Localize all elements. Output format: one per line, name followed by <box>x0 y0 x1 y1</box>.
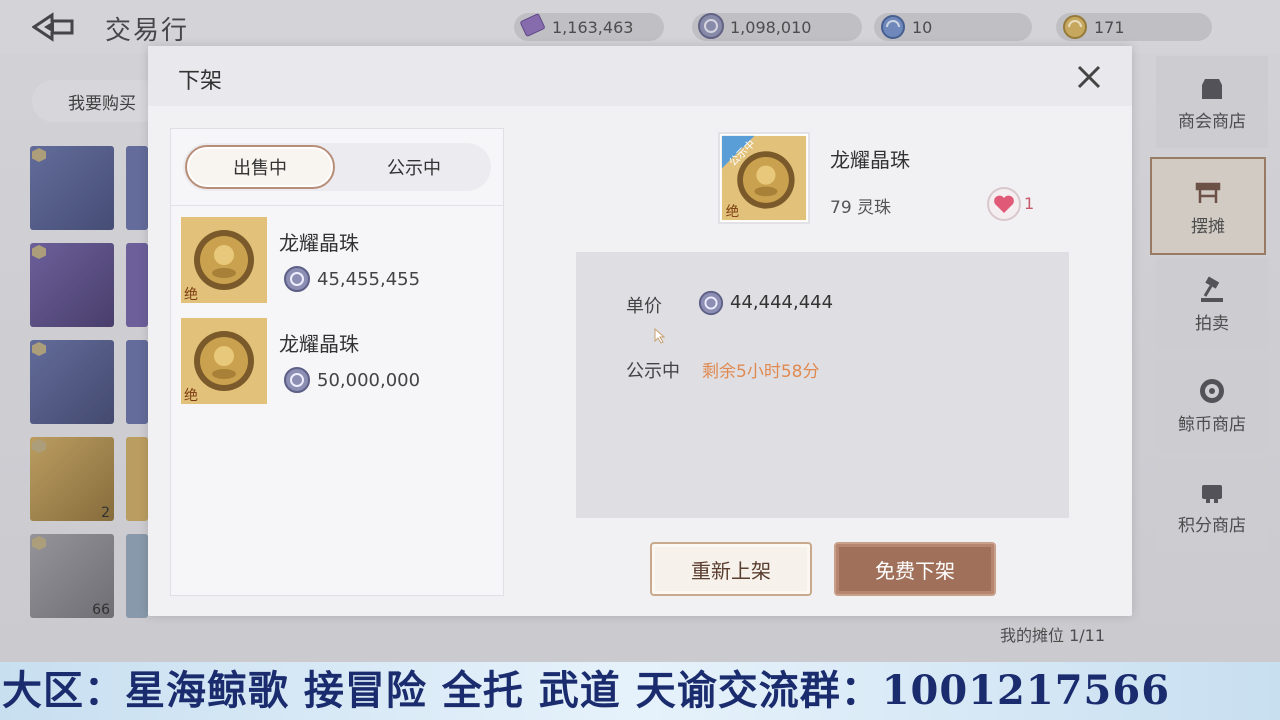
listing-item[interactable]: 绝 龙耀晶珠 50,000,000 <box>181 318 497 408</box>
item-tag: 绝 <box>184 287 198 303</box>
mouse-cursor-icon <box>654 328 666 344</box>
silver-coin-icon <box>284 266 310 292</box>
dragon-pearl-icon: 绝 <box>181 217 267 303</box>
free-delist-button[interactable]: 免费下架 <box>834 542 996 596</box>
favorite-count: 1 <box>1024 194 1035 213</box>
item-price: 45,455,455 <box>317 269 421 290</box>
dialog-header: 下架 <box>148 46 1132 106</box>
unit-price-label: 单价 <box>626 296 662 317</box>
item-tag: 绝 <box>726 204 739 220</box>
delist-dialog: 下架 出售中 公示中 绝 龙耀晶珠 45,455,455 绝 龙耀晶珠 50,0… <box>148 46 1132 616</box>
listing-panel: 出售中 公示中 绝 龙耀晶珠 45,455,455 绝 龙耀晶珠 50,000,… <box>170 128 504 596</box>
item-tag: 绝 <box>184 388 198 404</box>
close-icon[interactable] <box>1074 62 1104 92</box>
listing-tabs: 出售中 公示中 <box>183 143 491 191</box>
item-name: 龙耀晶珠 <box>279 231 359 255</box>
dragon-pearl-icon: 绝 <box>181 318 267 404</box>
silver-coin-icon <box>284 367 310 393</box>
remaining-time: 剩余5小时58分 <box>702 362 820 382</box>
selected-item-quantity: 79 灵珠 <box>830 198 892 218</box>
divider <box>171 205 503 206</box>
price-info-box: 单价 44,444,444 公示中 剩余5小时58分 <box>576 252 1069 518</box>
tab-selling[interactable]: 出售中 <box>185 145 335 189</box>
selected-item-name: 龙耀晶珠 <box>830 148 910 172</box>
relist-button[interactable]: 重新上架 <box>650 542 812 596</box>
item-price: 50,000,000 <box>317 370 421 391</box>
tab-public[interactable]: 公示中 <box>339 145 489 189</box>
heart-icon[interactable] <box>986 186 1022 222</box>
item-name: 龙耀晶珠 <box>279 332 359 356</box>
selected-item-icon: 公示中 绝 <box>718 132 810 224</box>
promo-banner: 大区：星海鲸歌 接冒险 全托 武道 天谕交流群：1001217566 <box>0 662 1280 720</box>
silver-coin-icon <box>698 290 724 316</box>
listing-item[interactable]: 绝 龙耀晶珠 45,455,455 <box>181 217 497 307</box>
status-label: 公示中 <box>626 361 680 382</box>
unit-price-value: 44,444,444 <box>730 292 834 313</box>
dialog-title: 下架 <box>178 69 223 94</box>
